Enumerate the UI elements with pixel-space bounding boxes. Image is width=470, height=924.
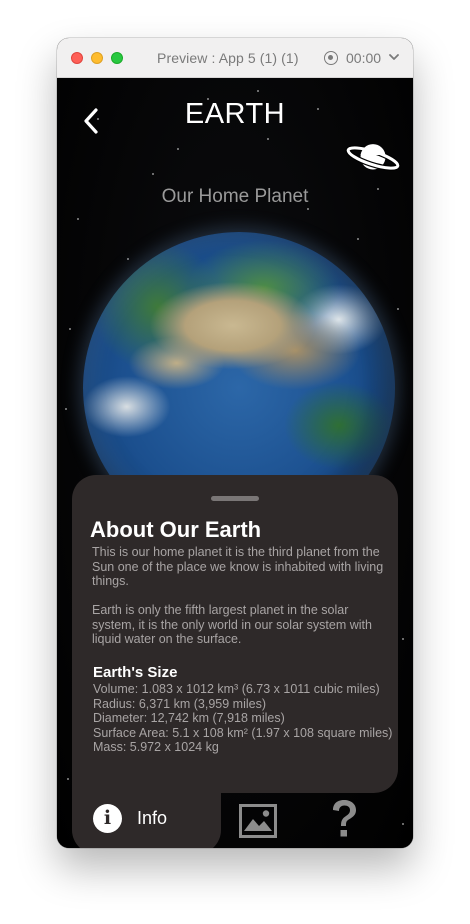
tab-info[interactable]: i Info [72, 768, 221, 848]
chevron-down-icon[interactable] [389, 53, 399, 61]
star-dot [69, 328, 71, 330]
bottom-tab-bar: i Info [57, 768, 413, 848]
maximize-window-button[interactable] [111, 52, 123, 64]
size-stat-volume: Volume: 1.083 x 1012 km³ (6.73 x 1011 cu… [93, 682, 380, 696]
size-heading: Earth's Size [93, 664, 178, 681]
timer-readout: 00:00 [346, 50, 382, 66]
size-stat-radius: Radius: 6,371 km (3,959 miles) [93, 696, 266, 711]
app-screen: EARTH Our Home Planet About Our Earth Th… [57, 78, 413, 848]
info-sheet: About Our Earth This is our home planet … [72, 475, 398, 793]
star-dot [397, 308, 399, 310]
star-dot [77, 218, 79, 220]
star-dot [307, 208, 309, 210]
title-bar: Preview : App 5 (1) (1) 00:00 [57, 38, 413, 78]
sheet-drag-handle[interactable] [211, 496, 259, 501]
planet-title: EARTH [184, 98, 286, 130]
star-dot [402, 638, 404, 640]
star-dot [177, 148, 179, 150]
info-icon-glyph: i [103, 807, 112, 829]
about-paragraph-1: This is our home planet it is the third … [92, 545, 384, 588]
record-icon[interactable] [324, 51, 338, 65]
size-stat-surface-area: Surface Area: 5.1 x 108 km² (1.97 x 108 … [93, 725, 393, 740]
about-paragraph-2: Earth is only the fifth largest planet i… [92, 603, 372, 646]
star-dot [257, 90, 259, 92]
gallery-icon[interactable] [239, 804, 277, 838]
planet-subtitle: Our Home Planet [161, 186, 309, 207]
preview-window: Preview : App 5 (1) (1) 00:00 EARTH Our … [57, 38, 413, 848]
close-window-button[interactable] [71, 52, 83, 64]
size-stats-list: Volume: 1.083 x 1012 km³ (6.73 x 1011 cu… [93, 682, 393, 755]
question-icon[interactable] [329, 799, 359, 841]
tab-info-label: Info [137, 808, 168, 828]
minimize-window-button[interactable] [91, 52, 103, 64]
info-icon: i [93, 804, 122, 833]
star-dot [65, 408, 67, 410]
window-title: Preview : App 5 (1) (1) [157, 50, 299, 66]
planet-ring-icon[interactable] [345, 138, 403, 176]
size-stat-mass: Mass: 5.972 x 1024 kg [93, 740, 219, 754]
star-dot [267, 138, 269, 140]
star-dot [357, 238, 359, 240]
star-dot [127, 258, 129, 260]
about-heading: About Our Earth [90, 517, 262, 542]
star-dot [152, 173, 154, 175]
size-stat-diameter: Diameter: 12,742 km (7,918 miles) [93, 711, 285, 725]
